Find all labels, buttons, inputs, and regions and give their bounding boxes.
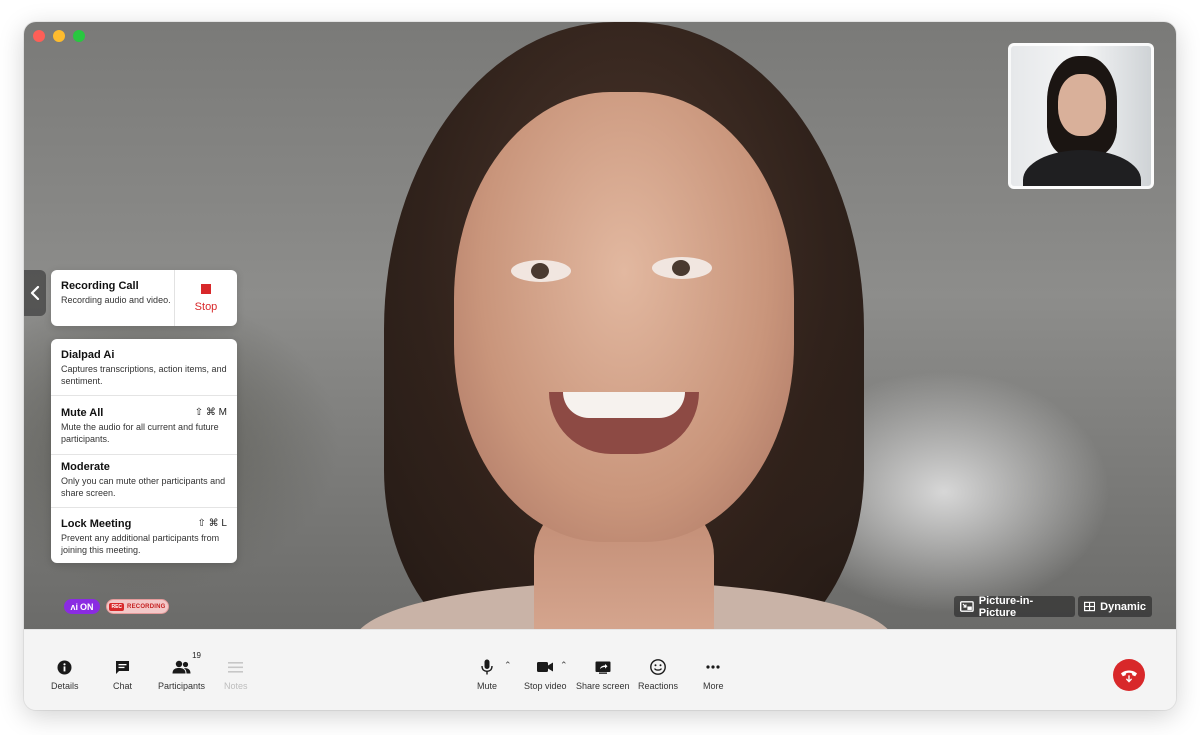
window-zoom-button[interactable] bbox=[73, 30, 85, 42]
mute-options-caret[interactable]: ⌃ bbox=[504, 660, 512, 671]
participants-icon: 19 bbox=[172, 651, 201, 676]
details-label: Details bbox=[51, 681, 79, 691]
picture-in-picture-button[interactable]: Picture-in-Picture bbox=[954, 594, 1075, 619]
recording-card: Recording Call Recording audio and video… bbox=[51, 270, 237, 326]
recording-title: Recording Call bbox=[61, 280, 139, 292]
smiley-icon bbox=[650, 658, 666, 676]
menu-item-shortcut: ⇧ ⌘ M bbox=[194, 407, 227, 418]
microphone-icon bbox=[481, 658, 493, 676]
menu-item-shortcut: ⇧ ⌘ L bbox=[197, 518, 228, 529]
video-options-caret[interactable]: ⌃ bbox=[560, 660, 568, 671]
picture-in-picture-label: Picture-in-Picture bbox=[978, 594, 1034, 619]
dynamic-layout-button[interactable]: Dynamic bbox=[1078, 596, 1152, 617]
share-screen-label: Share screen bbox=[576, 681, 630, 691]
picture-in-picture-icon bbox=[960, 601, 974, 612]
chat-button[interactable]: Chat bbox=[113, 658, 132, 691]
participant-count-badge: 19 bbox=[192, 651, 202, 660]
menu-item-lock-meeting[interactable]: Lock Meeting ⇧ ⌘ L Prevent any additiona… bbox=[51, 508, 237, 563]
ai-logo-icon: ʌi bbox=[70, 601, 78, 612]
rec-icon: REC bbox=[109, 602, 125, 611]
call-toolbar: Details Chat 19 Participants Notes Mute … bbox=[24, 629, 1176, 710]
recording-info: Recording Call Recording audio and video… bbox=[51, 270, 175, 326]
more-label: More bbox=[703, 681, 724, 691]
menu-item-description: Captures transcriptions, action items, a… bbox=[61, 364, 227, 386]
participants-label: Participants bbox=[158, 681, 206, 691]
chevron-left-icon bbox=[30, 286, 40, 300]
dynamic-layout-label: Dynamic bbox=[1100, 600, 1146, 613]
mute-label: Mute bbox=[477, 681, 498, 691]
end-call-icon bbox=[1121, 670, 1137, 683]
end-call-button[interactable] bbox=[1113, 659, 1145, 691]
chat-label: Chat bbox=[113, 681, 133, 691]
host-controls-menu: Dialpad Ai Captures transcriptions, acti… bbox=[51, 339, 237, 563]
window-close-button[interactable] bbox=[33, 30, 45, 42]
more-dots-icon bbox=[706, 658, 720, 676]
ai-status-badge[interactable]: ʌi ON bbox=[64, 599, 100, 614]
collapse-panel-button[interactable] bbox=[24, 270, 46, 316]
recording-status-badge: REC RECORDING bbox=[106, 599, 169, 614]
grid-layout-icon bbox=[1084, 601, 1096, 612]
stop-label: Stop bbox=[194, 300, 218, 313]
ai-status-text: ON bbox=[80, 601, 94, 612]
recording-status-text: RECORDING bbox=[127, 603, 166, 610]
menu-item-dialpad-ai[interactable]: Dialpad Ai Captures transcriptions, acti… bbox=[51, 339, 237, 396]
participants-button[interactable]: 19 Participants bbox=[158, 651, 206, 691]
recording-description: Recording audio and video. bbox=[61, 295, 171, 305]
reactions-button[interactable]: Reactions bbox=[638, 658, 678, 691]
menu-item-description: Mute the audio for all current and futur… bbox=[61, 422, 219, 444]
menu-item-description: Prevent any additional participants from… bbox=[61, 533, 220, 555]
menu-item-mute-all[interactable]: Mute All ⇧ ⌘ M Mute the audio for all cu… bbox=[51, 396, 237, 455]
chat-icon bbox=[115, 658, 130, 676]
self-view-face bbox=[1058, 74, 1106, 136]
self-view-body bbox=[1023, 150, 1141, 186]
notes-label: Notes bbox=[224, 681, 248, 691]
menu-item-title: Dialpad Ai bbox=[61, 349, 115, 361]
stop-recording-button[interactable]: Stop bbox=[175, 270, 237, 326]
menu-item-moderate[interactable]: Moderate Only you can mute other partici… bbox=[51, 455, 237, 508]
share-screen-icon bbox=[595, 658, 611, 676]
meeting-window: Recording Call Recording audio and video… bbox=[24, 22, 1176, 710]
speaker-video-face bbox=[454, 92, 794, 542]
video-camera-icon bbox=[537, 658, 554, 676]
reactions-label: Reactions bbox=[638, 681, 679, 691]
stop-square-icon bbox=[201, 283, 211, 294]
main-video[interactable]: Recording Call Recording audio and video… bbox=[24, 22, 1176, 629]
share-screen-button[interactable]: Share screen bbox=[576, 658, 630, 691]
mute-button[interactable]: Mute bbox=[477, 658, 497, 691]
info-icon bbox=[57, 658, 72, 676]
speaker-eye-right bbox=[652, 257, 712, 279]
notes-icon bbox=[228, 658, 244, 676]
notes-button[interactable]: Notes bbox=[224, 658, 248, 691]
details-button[interactable]: Details bbox=[51, 658, 79, 691]
menu-item-title: Moderate bbox=[61, 461, 110, 473]
window-minimize-button[interactable] bbox=[53, 30, 65, 42]
menu-item-description: Only you can mute other participants and… bbox=[61, 476, 226, 498]
self-view-thumbnail[interactable] bbox=[1008, 43, 1154, 189]
stop-video-label: Stop video bbox=[524, 681, 567, 691]
more-button[interactable]: More bbox=[703, 658, 724, 691]
speaker-eye-left bbox=[511, 260, 571, 282]
